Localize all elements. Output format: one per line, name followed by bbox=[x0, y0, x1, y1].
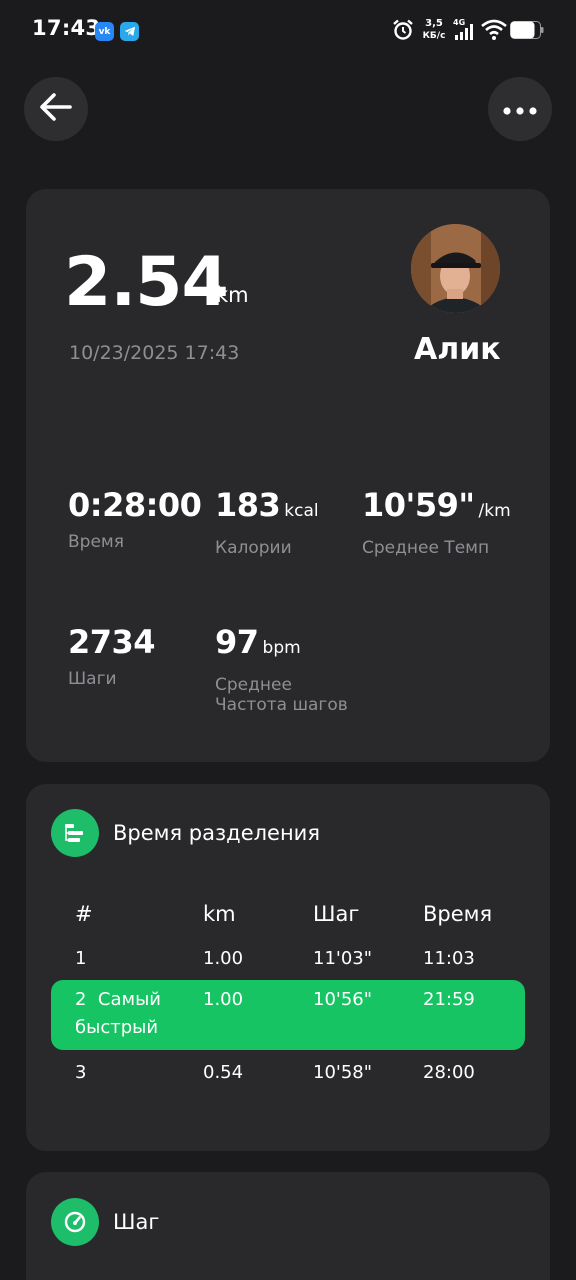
stat-pace: 10'59"/km Среднее Темп bbox=[362, 486, 511, 558]
cadence-value: 97 bbox=[215, 623, 259, 661]
stat-calories-label: Калории bbox=[215, 538, 292, 558]
stat-steps-value: 2734 bbox=[68, 623, 156, 661]
vk-icon: vk bbox=[95, 22, 114, 41]
network-speed-value: 3,5 bbox=[425, 18, 443, 29]
workout-summary-card: 2.54 km 10/23/2025 17:43 Алик 0:28:00 Вр… bbox=[26, 189, 550, 762]
split-2-index: 2 Самый быстрый bbox=[75, 986, 161, 1042]
cadence-unit: bpm bbox=[262, 638, 301, 658]
battery-icon bbox=[510, 21, 544, 39]
stat-cadence: 97 bpm Среднее Частота шагов bbox=[215, 623, 348, 715]
stat-pace-label: Среднее Темп bbox=[362, 538, 490, 558]
col-header-pace: Шаг bbox=[313, 902, 360, 926]
split-3-index: 3 bbox=[75, 1062, 87, 1083]
pace-unit: /km bbox=[478, 501, 511, 521]
splits-card: Время разделения # km Шаг Время 1 1.00 1… bbox=[26, 784, 550, 1151]
step-card: Шаг bbox=[26, 1172, 550, 1280]
more-options-button[interactable] bbox=[488, 77, 552, 141]
split-2-pace: 10'56" bbox=[313, 989, 373, 1010]
distance-value: 2.54 bbox=[64, 243, 229, 322]
cadence-label-line2: Частота шагов bbox=[215, 695, 348, 715]
cadence-label-line1: Среднее bbox=[215, 675, 292, 695]
col-header-km: km bbox=[203, 902, 236, 926]
stat-pace-value: 10'59"/km bbox=[362, 486, 511, 530]
telegram-icon bbox=[120, 22, 139, 41]
stat-duration: 0:28:00 Время bbox=[68, 486, 202, 552]
splits-list-icon bbox=[51, 809, 99, 857]
split-3-time: 28:00 bbox=[423, 1062, 475, 1083]
duration-value: 0:28:00 bbox=[68, 486, 202, 524]
split-2-index-line2: быстрый bbox=[75, 1017, 159, 1038]
network-speed-unit: КБ/с bbox=[422, 31, 446, 41]
splits-title: Время разделения bbox=[113, 821, 320, 845]
stat-cadence-value: 97 bpm bbox=[215, 623, 348, 667]
workout-datetime: 10/23/2025 17:43 bbox=[69, 342, 240, 364]
col-header-index: # bbox=[75, 902, 93, 926]
stat-calories-value: 183 kcal bbox=[215, 486, 319, 530]
stat-cadence-label: Среднее Частота шагов bbox=[215, 675, 348, 715]
back-button[interactable] bbox=[24, 77, 88, 141]
distance-unit: km bbox=[216, 283, 249, 307]
split-2-time: 21:59 bbox=[423, 989, 475, 1010]
more-horizontal-icon bbox=[502, 100, 538, 119]
speedometer-icon bbox=[51, 1198, 99, 1246]
split-2-index-line1: 2 Самый bbox=[75, 989, 161, 1010]
split-1-pace: 11'03" bbox=[313, 948, 373, 969]
wifi-icon bbox=[481, 19, 507, 41]
user-name: Алик bbox=[414, 332, 501, 367]
stat-steps: 2734 Шаги bbox=[68, 623, 156, 689]
split-3-km: 0.54 bbox=[203, 1062, 244, 1083]
status-bar: 17:43 vk 3,5 КБ/с 4G bbox=[0, 0, 576, 62]
steps-value: 2734 bbox=[68, 623, 156, 661]
avatar[interactable] bbox=[411, 224, 500, 313]
stat-calories: 183 kcal Калории bbox=[215, 486, 319, 558]
stat-duration-label: Время bbox=[68, 532, 124, 552]
signal-icon: 4G bbox=[452, 18, 478, 42]
network-speed: 3,5 КБ/с bbox=[421, 18, 447, 42]
step-title: Шаг bbox=[113, 1210, 160, 1234]
calories-unit: kcal bbox=[284, 501, 319, 521]
alarm-icon bbox=[392, 19, 414, 41]
split-1-index: 1 bbox=[75, 948, 87, 969]
fastest-split-row: 2 Самый быстрый 1.00 10'56" 21:59 bbox=[51, 980, 525, 1050]
stat-steps-label: Шаги bbox=[68, 669, 117, 689]
col-header-time: Время bbox=[423, 902, 493, 926]
stat-duration-value: 0:28:00 bbox=[68, 486, 202, 524]
calories-value: 183 bbox=[215, 486, 281, 524]
arrow-left-icon bbox=[39, 92, 73, 126]
split-1-km: 1.00 bbox=[203, 948, 244, 969]
split-1-time: 11:03 bbox=[423, 948, 475, 969]
split-2-km: 1.00 bbox=[203, 989, 244, 1010]
pace-value: 10'59" bbox=[362, 486, 475, 524]
status-time: 17:43 bbox=[32, 16, 101, 40]
split-3-pace: 10'58" bbox=[313, 1062, 373, 1083]
